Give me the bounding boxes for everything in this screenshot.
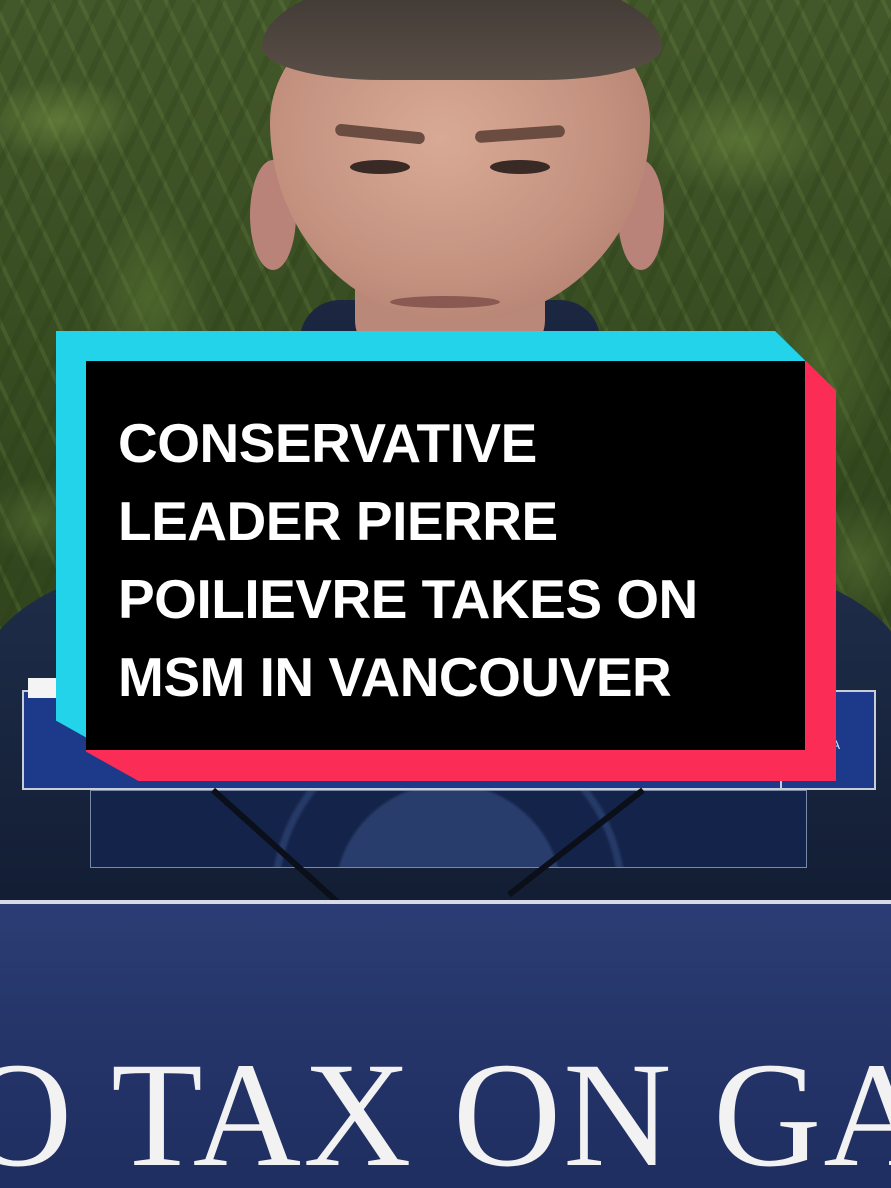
lectern-monitor bbox=[90, 790, 807, 868]
headline-line: LEADER PIERRE bbox=[118, 490, 558, 552]
speaker-hair bbox=[262, 0, 662, 80]
headline: CONSERVATIVE LEADER PIERRE POILIEVRE TAK… bbox=[118, 404, 778, 716]
speaker-left-eye bbox=[350, 160, 410, 174]
podium-sign-text: O TAX ON GA bbox=[0, 1032, 891, 1188]
headline-line: POILIEVRE TAKES ON bbox=[118, 568, 698, 630]
speaker-right-eye bbox=[490, 160, 550, 174]
headline-line: MSM IN VANCOUVER bbox=[118, 646, 672, 708]
headline-line: CONSERVATIVE bbox=[118, 412, 537, 474]
video-frame: A O TAX ON GA CONSERVATIVE LEADER PIERRE… bbox=[0, 0, 891, 1188]
speaker-mouth bbox=[390, 296, 500, 308]
